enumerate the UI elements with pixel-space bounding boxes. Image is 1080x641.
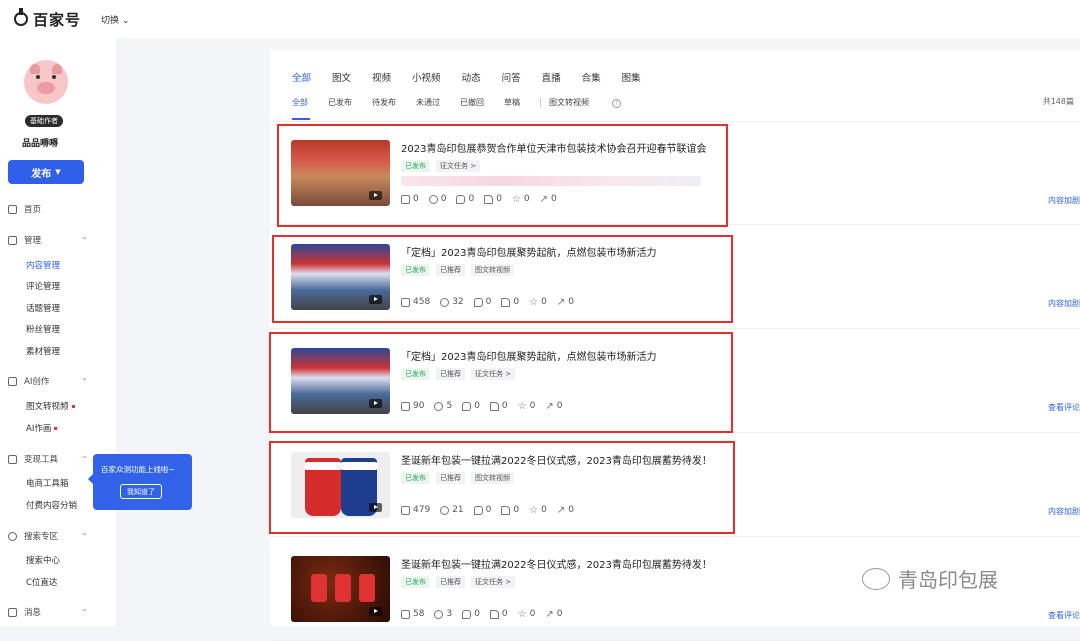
nav-item-materials[interactable]: 素材管理 — [26, 345, 60, 357]
like-icon — [489, 609, 499, 619]
recommended-badge: 已推荐 — [436, 576, 465, 588]
nav-item-comments[interactable]: 评论管理 — [26, 280, 60, 292]
article-thumbnail[interactable] — [291, 556, 390, 622]
chevron-up-icon: ⌃ — [81, 235, 88, 245]
wechat-icon — [862, 567, 890, 590]
status-tab-rejected[interactable]: 未通过 — [416, 97, 440, 108]
tooltip-dismiss-button[interactable]: 我知道了 — [120, 484, 162, 499]
nav-section-search[interactable]: 搜索专区 ⌃ — [8, 530, 88, 542]
chevron-up-icon: ⌃ — [81, 607, 88, 617]
status-badge: 已发布 — [401, 576, 430, 588]
user-name: 品品嘚嘚 — [22, 139, 59, 149]
switch-account-button[interactable]: 切换 ⌄ — [101, 13, 129, 26]
read-icon — [401, 609, 410, 619]
tab-collection[interactable]: 合集 — [582, 70, 601, 84]
nav-item-ecommerce[interactable]: 电商工具箱 — [26, 477, 69, 489]
tab-article[interactable]: 图文 — [332, 70, 351, 84]
active-tab-underline — [292, 118, 310, 120]
logo-icon — [14, 8, 28, 26]
article-tags: 已发布 已推荐 征文任务 > — [401, 576, 521, 588]
gallery-icon — [369, 607, 382, 616]
highlight-box — [272, 235, 733, 323]
status-tabs: 全部 已发布 待发布 未通过 已撤回 草稿 图文转视频? — [292, 97, 641, 108]
tab-qa[interactable]: 问答 — [502, 70, 521, 84]
status-tab-drafts[interactable]: 草稿 — [504, 97, 520, 108]
row-action-link[interactable]: 查看评论 — [1048, 402, 1080, 413]
nav-item-text-to-video[interactable]: 图文转视频 — [26, 400, 75, 412]
nav-section-messages[interactable]: 消息 ⌃ — [8, 606, 88, 618]
ai-icon — [8, 376, 17, 386]
row-action-link[interactable]: 查看评论 — [1048, 610, 1080, 621]
nav-section-manage[interactable]: 管理 ⌃ — [8, 234, 88, 246]
search-icon — [8, 531, 17, 541]
article-stats: 58 3 0 0 ☆ 0 ↗ 0 — [401, 609, 572, 619]
nav-item-content[interactable]: 内容管理 — [26, 259, 60, 271]
nav-section-ai[interactable]: AI创作 ⌃ — [8, 375, 88, 387]
chevron-up-icon: ⌃ — [81, 531, 88, 541]
row-action-link[interactable]: 内容加剧 — [1048, 195, 1080, 206]
nav-item-fans[interactable]: 粉丝管理 — [26, 323, 60, 335]
home-icon — [8, 204, 17, 214]
share-icon: ↗ — [545, 608, 554, 620]
sidebar: 基础作者 品品嘚嘚 发布 ▼ 首页 管理 ⌃ 内容管理 评论管理 话题管理 粉丝管理… — [0, 38, 116, 626]
divider — [540, 98, 541, 107]
nav-item-topics[interactable]: 话题管理 — [26, 302, 60, 314]
nav-item-ai-paint[interactable]: AI作画 — [26, 422, 58, 434]
nav-section-monetize[interactable]: 变现工具 ⌃ — [8, 453, 88, 465]
brand-name[interactable]: 百家号 — [33, 9, 81, 30]
highlight-box — [269, 441, 735, 534]
chevron-up-icon: ⌃ — [81, 454, 88, 464]
article-title[interactable]: 圣诞新年包装一键拉满2022冬日仪式感，2023青岛印包展蓄势待发！ — [401, 556, 712, 571]
comment-icon — [462, 609, 472, 619]
nav-item-paid-content[interactable]: 付费内容分销 — [26, 499, 77, 511]
bell-icon — [8, 607, 17, 617]
feature-tooltip: 百家众测功能上线啦~ 我知道了 — [88, 454, 192, 510]
status-tab-pending[interactable]: 待发布 — [372, 97, 396, 108]
highlight-box — [269, 332, 733, 433]
author-level-badge: 基础作者 — [25, 115, 63, 127]
tab-short-video[interactable]: 小视频 — [412, 70, 441, 84]
tab-moments[interactable]: 动态 — [462, 70, 481, 84]
row-action-link[interactable]: 内容加剧 — [1048, 298, 1080, 309]
task-badge[interactable]: 征文任务 > — [471, 576, 516, 588]
highlight-box — [277, 124, 728, 227]
publish-button[interactable]: 发布 ▼ — [8, 160, 84, 184]
avatar[interactable] — [24, 60, 68, 104]
nav-item-search-center[interactable]: 搜索中心 — [26, 554, 60, 566]
status-tab-text-to-video[interactable]: 图文转视频? — [549, 97, 621, 108]
tooltip-text: 百家众测功能上线啦~ — [101, 465, 175, 474]
watermark: 青岛印包展 — [862, 564, 998, 593]
nav-home[interactable]: 首页 — [8, 203, 88, 215]
content-type-tabs: 全部 图文 视频 小视频 动态 问答 直播 合集 图集 — [292, 70, 662, 84]
chevron-up-icon: ⌃ — [81, 376, 88, 386]
star-icon: ☆ — [517, 608, 527, 620]
tab-live[interactable]: 直播 — [542, 70, 561, 84]
help-icon[interactable]: ? — [612, 99, 621, 108]
money-icon — [8, 454, 17, 464]
tab-gallery[interactable]: 图集 — [622, 70, 641, 84]
top-bar: 百家号 切换 ⌄ — [0, 0, 1080, 38]
status-tab-all[interactable]: 全部 — [292, 97, 308, 108]
nav-item-c-position[interactable]: C位直达 — [26, 576, 57, 588]
manage-icon — [8, 235, 17, 245]
view-icon — [434, 609, 444, 619]
tab-all[interactable]: 全部 — [292, 70, 311, 84]
status-tab-withdrawn[interactable]: 已撤回 — [460, 97, 484, 108]
total-count: 共148篇 — [1042, 97, 1074, 106]
tab-video[interactable]: 视频 — [372, 70, 391, 84]
status-tab-published[interactable]: 已发布 — [328, 97, 352, 108]
row-action-link[interactable]: 内容加剧 — [1048, 506, 1080, 517]
